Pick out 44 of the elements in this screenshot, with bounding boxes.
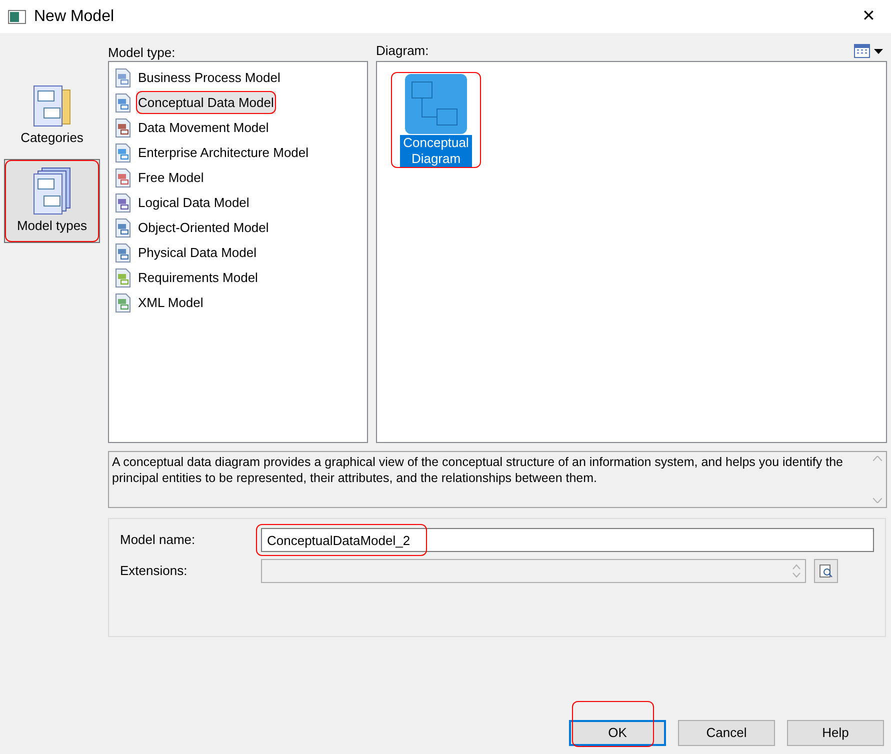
view-menu-button[interactable] xyxy=(854,44,883,58)
scroll-up-icon[interactable] xyxy=(872,456,882,461)
model-type-item[interactable]: Object-Oriented Model xyxy=(136,216,271,240)
model-icon xyxy=(113,168,133,188)
browse-button[interactable] xyxy=(814,559,838,583)
model-type-label: Model type: xyxy=(108,44,176,61)
model-type-item[interactable]: Enterprise Architecture Model xyxy=(136,140,311,164)
model-type-item[interactable]: Data Movement Model xyxy=(136,116,271,140)
dialog-button[interactable]: OK xyxy=(569,720,666,746)
model-icon xyxy=(113,242,133,262)
model-icon xyxy=(113,268,133,288)
model-type-item[interactable]: Business Process Model xyxy=(136,66,282,90)
model-icon xyxy=(113,92,133,112)
model-icon xyxy=(113,218,133,238)
model-type-item[interactable]: Requirements Model xyxy=(136,266,260,290)
model-name-field[interactable]: ConceptualDataModel_2 xyxy=(261,528,874,552)
scroll-down-icon[interactable] xyxy=(872,498,882,503)
magnifier-icon xyxy=(819,564,833,578)
model-type-item[interactable]: XML Model xyxy=(136,290,206,314)
diagram-label: Diagram: xyxy=(376,42,429,60)
model-type-item[interactable]: Physical Data Model xyxy=(136,240,258,264)
model-icon xyxy=(113,68,133,88)
model-type-item[interactable]: Free Model xyxy=(136,166,206,190)
model-name-label: Model name: xyxy=(120,531,196,550)
model-icon xyxy=(113,142,133,162)
diagram-icon xyxy=(404,73,468,135)
description-text: A conceptual data diagram provides a graphical view of the conceptual structure of an information system, and helps you identify the principal entities to be represented, their attributes, and the relationships between them. xyxy=(111,454,844,487)
spinner-icon xyxy=(792,563,801,579)
window-title: New Model xyxy=(34,6,116,26)
model-icon xyxy=(113,118,133,138)
model-type-item[interactable]: Logical Data Model xyxy=(136,190,252,214)
dropdown-caret-icon xyxy=(874,48,883,54)
category-button[interactable]: Model types xyxy=(4,159,100,243)
model-icon xyxy=(113,292,133,312)
app-icon xyxy=(8,10,26,24)
dialog-button[interactable]: Help xyxy=(787,720,884,746)
model-icon xyxy=(113,192,133,212)
model-type-item[interactable]: Conceptual Data Model xyxy=(136,90,276,114)
extensions-label: Extensions: xyxy=(120,562,188,580)
dialog-button[interactable]: Cancel xyxy=(678,720,775,746)
category-button[interactable]: Categories xyxy=(4,71,100,155)
close-button[interactable]: ✕ xyxy=(854,4,883,28)
grid-view-icon xyxy=(854,44,870,58)
diagram-item[interactable]: Conceptual Diagram xyxy=(391,72,481,168)
